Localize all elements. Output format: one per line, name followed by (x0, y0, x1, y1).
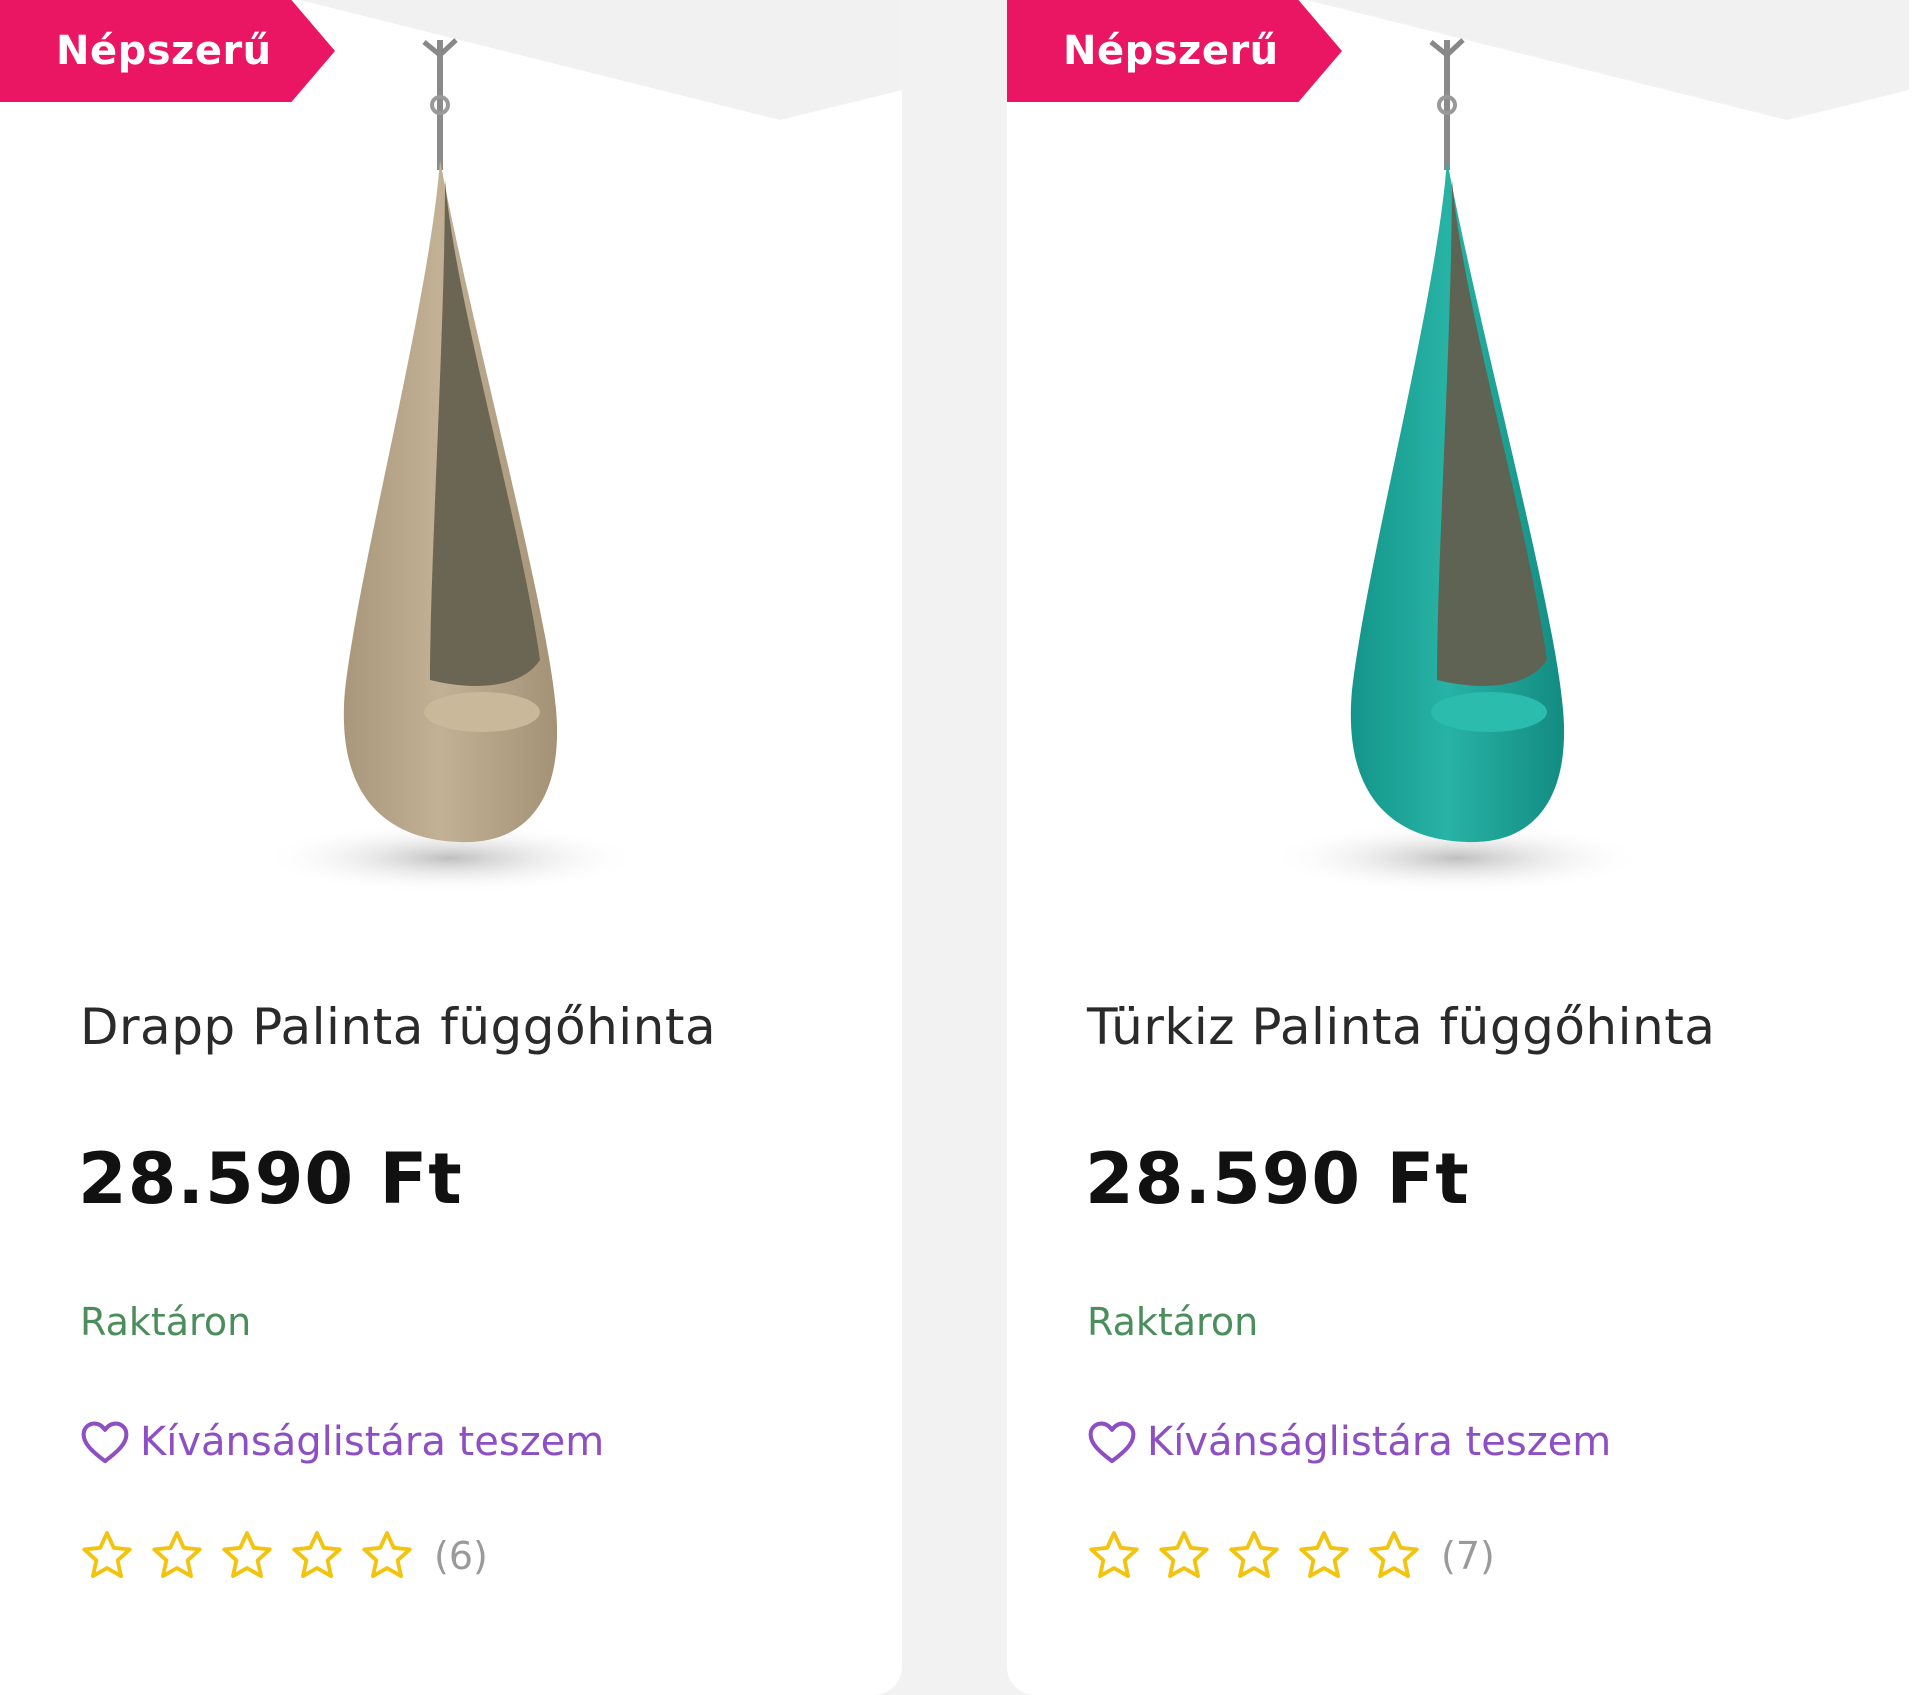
stock-status: Raktáron (1087, 1300, 1259, 1344)
wishlist-label: Kívánságlistára teszem (1147, 1419, 1612, 1465)
add-to-wishlist-button[interactable]: Kívánságlistára teszem (78, 1412, 604, 1472)
add-to-wishlist-button[interactable]: Kívánságlistára teszem (1085, 1412, 1611, 1472)
rating-stars: (7) (1085, 1525, 1495, 1587)
star-icon[interactable] (1225, 1527, 1283, 1585)
star-icon[interactable] (1155, 1527, 1213, 1585)
star-icon[interactable] (148, 1527, 206, 1585)
product-title[interactable]: Türkiz Palinta függőhinta (1087, 998, 1715, 1056)
star-icon[interactable] (218, 1527, 276, 1585)
product-image[interactable] (1007, 0, 1909, 915)
heart-icon (1088, 1421, 1136, 1464)
product-card[interactable]: Népszerű Drapp Palinta függőhinta 28.590… (0, 0, 902, 1695)
star-icon[interactable] (1085, 1527, 1143, 1585)
hanging-swing-image (260, 0, 902, 894)
review-count[interactable]: (7) (1441, 1534, 1495, 1578)
stock-status: Raktáron (80, 1300, 252, 1344)
star-icon[interactable] (78, 1527, 136, 1585)
hanging-swing-image (1267, 0, 1909, 894)
star-icon[interactable] (1295, 1527, 1353, 1585)
product-title[interactable]: Drapp Palinta függőhinta (80, 998, 716, 1056)
popular-badge: Népszerű (1007, 0, 1342, 102)
rating-stars: (6) (78, 1525, 488, 1587)
review-count[interactable]: (6) (434, 1534, 488, 1578)
wishlist-label: Kívánságlistára teszem (140, 1419, 605, 1465)
product-grid: Népszerű Drapp Palinta függőhinta 28.590… (0, 0, 1920, 1695)
star-icon[interactable] (1365, 1527, 1423, 1585)
product-image[interactable] (0, 0, 902, 915)
star-icon[interactable] (358, 1527, 416, 1585)
product-price: 28.590 Ft (1085, 1138, 1470, 1220)
heart-icon (81, 1421, 129, 1464)
popular-badge: Népszerű (0, 0, 335, 102)
star-icon[interactable] (288, 1527, 346, 1585)
product-price: 28.590 Ft (78, 1138, 463, 1220)
product-card[interactable]: Népszerű Türkiz Palinta függőhinta 28.59… (1007, 0, 1920, 1695)
